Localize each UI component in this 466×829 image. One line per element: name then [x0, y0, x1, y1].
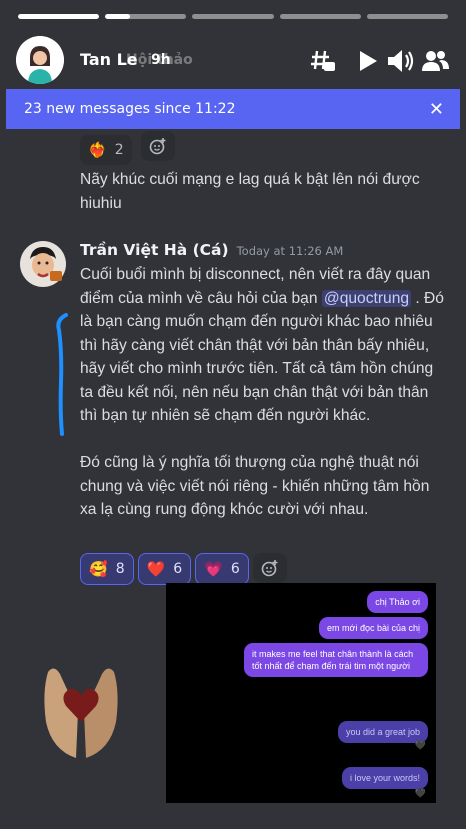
chat-bubble: chị Thảo ơi	[367, 591, 428, 613]
heart-reaction-icon: 🖤	[414, 741, 426, 751]
add-reaction-icon	[261, 560, 278, 577]
story-progress	[18, 14, 449, 19]
progress-segment	[366, 14, 449, 19]
poster-avatar[interactable]	[16, 36, 64, 84]
message-body: Cuối buổi mình bị disconnect, nên viết r…	[80, 263, 450, 522]
story-header: Hội thảo Tan Le 9h	[14, 34, 452, 86]
username[interactable]: Trần Việt Hà (Cá)	[80, 241, 229, 259]
add-reaction-button[interactable]	[140, 131, 175, 161]
chat-bubble: i love your words!	[341, 767, 428, 789]
reaction-count: 8	[115, 561, 125, 577]
smiling-hearts-icon: 🥰	[89, 560, 108, 578]
reaction-pill[interactable]: 💗 6	[195, 553, 249, 585]
header-icons	[296, 44, 452, 78]
hands-heart-sticker-icon	[44, 668, 118, 758]
reaction-pill[interactable]: ❤️‍🔥 2	[80, 135, 132, 165]
timestamp: Today at 11:26 AM	[236, 244, 344, 258]
add-reaction-button[interactable]	[252, 553, 287, 583]
chat-bubble: you did a great job	[337, 721, 428, 743]
message-reactions: 🥰 8 ❤️ 6 💗 6	[80, 553, 287, 585]
progress-segment	[192, 14, 274, 19]
add-reaction-icon	[149, 138, 166, 155]
reaction-count: 6	[173, 561, 183, 577]
user-mention[interactable]: @quoctrung	[321, 289, 412, 307]
threads-icon[interactable]	[306, 44, 340, 78]
chat-screenshot-overlay: chị Thảo ơi em mới đọc bài của chị it ma…	[166, 583, 436, 803]
prev-message-text: Nãy khúc cuối mạng e lag quá k bật lên n…	[80, 171, 420, 212]
mute-icon[interactable]	[384, 44, 418, 78]
heart-fire-icon: ❤️‍🔥	[88, 141, 107, 159]
message-text-part2: . Đó là bạn càng muốn chạm đến người khá…	[80, 289, 444, 425]
heart-reaction-icon: 🖤	[414, 789, 426, 799]
poster-name[interactable]: Tan Le	[80, 50, 138, 69]
reaction-count: 2	[114, 142, 124, 158]
progress-segment	[18, 14, 100, 19]
reaction-pill[interactable]: 🥰 8	[80, 553, 134, 585]
reaction-count: 6	[230, 561, 240, 577]
blue-annotation-line	[56, 313, 68, 436]
sparkling-heart-icon: 💗	[204, 560, 223, 578]
heart-reaction-icon: 😮	[416, 695, 426, 705]
story-screen: Hội thảo Tan Le 9h 23 new messages since…	[0, 0, 466, 829]
message-header: Trần Việt Hà (Cá) Today at 11:26 AM	[80, 240, 450, 259]
member-list-icon[interactable]	[418, 44, 452, 78]
post-time: 9h	[151, 52, 171, 68]
close-icon[interactable]: ✕	[429, 99, 444, 120]
chat-bubble: it makes me feel that chân thành là cách…	[244, 643, 428, 677]
new-messages-banner[interactable]: 23 new messages since 11:22 ✕	[6, 89, 460, 129]
red-heart-icon: ❤️	[146, 560, 166, 578]
message-paragraph-2: Đó cũng là ý nghĩa tối thượng của nghệ t…	[80, 454, 430, 518]
reaction-pill[interactable]: ❤️ 6	[137, 553, 192, 585]
progress-segment	[279, 14, 361, 19]
play-icon[interactable]	[350, 44, 384, 78]
new-messages-text: 23 new messages since 11:22	[24, 101, 236, 117]
chat-bubble: em mới đọc bài của chị	[319, 617, 428, 639]
prev-reactions: ❤️‍🔥 2	[80, 131, 175, 165]
progress-segment	[105, 14, 187, 19]
message-avatar[interactable]	[20, 241, 66, 291]
